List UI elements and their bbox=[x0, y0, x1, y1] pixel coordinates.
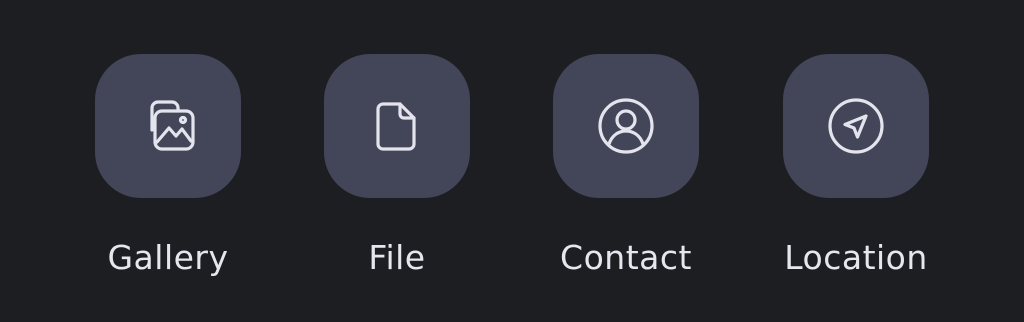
gallery-icon bbox=[150, 100, 195, 151]
location-label: Location bbox=[784, 238, 928, 277]
gallery-option[interactable]: Gallery bbox=[95, 54, 241, 284]
location-icon bbox=[828, 98, 884, 154]
file-button[interactable] bbox=[324, 54, 470, 198]
contact-button[interactable] bbox=[553, 54, 699, 198]
file-icon bbox=[376, 102, 416, 151]
contact-label: Contact bbox=[560, 238, 692, 277]
location-button[interactable] bbox=[783, 54, 929, 198]
contact-option[interactable]: Contact bbox=[553, 54, 699, 284]
gallery-button[interactable] bbox=[95, 54, 241, 198]
file-option[interactable]: File bbox=[324, 54, 470, 284]
file-label: File bbox=[368, 238, 426, 277]
contact-icon bbox=[598, 98, 654, 154]
location-option[interactable]: Location bbox=[783, 54, 929, 284]
gallery-label: Gallery bbox=[107, 238, 229, 277]
attachment-picker: Gallery File Contact Location bbox=[0, 0, 1024, 322]
